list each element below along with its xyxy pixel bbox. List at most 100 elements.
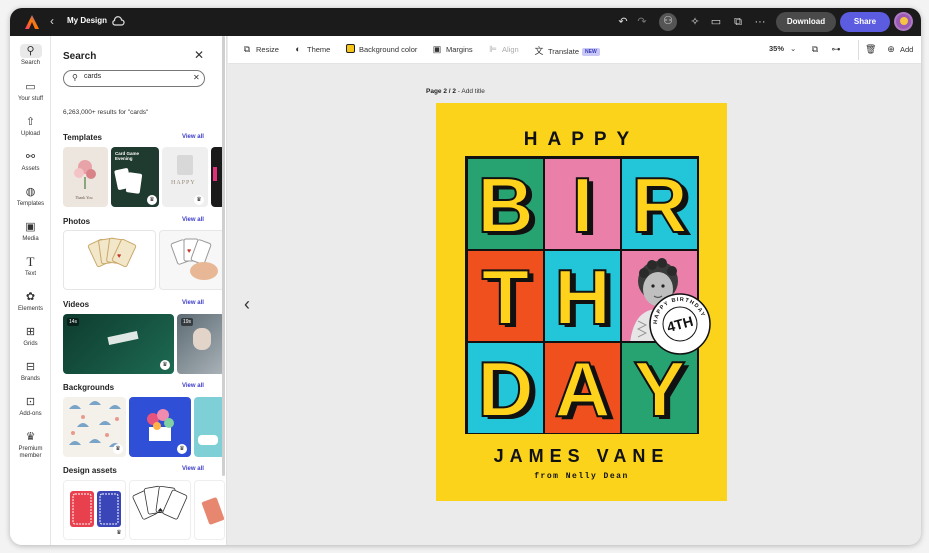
fourth-birthday-seal[interactable]: HAPPY BIRTHDAY 4TH: [649, 293, 711, 355]
rail-item-add-ons[interactable]: ⊡ Add-ons: [10, 395, 51, 418]
design-asset-thumbnail[interactable]: ♠: [129, 480, 191, 540]
rail-item-elements[interactable]: ✿ Elements: [10, 290, 51, 313]
view-all-design-assets-link[interactable]: View all: [182, 466, 204, 472]
download-button[interactable]: Download: [776, 12, 836, 32]
template-thumbnail[interactable]: Card Game Evening ♛: [111, 147, 159, 207]
template-thumbnail[interactable]: Thank You: [63, 147, 108, 207]
margins-button[interactable]: ▣ Margins: [432, 44, 473, 55]
letter: T: [481, 252, 531, 341]
user-avatar[interactable]: [894, 12, 913, 31]
letter-cell[interactable]: B: [467, 158, 544, 250]
rail-item-upload[interactable]: ⇧ Upload: [10, 115, 51, 138]
letter-cell[interactable]: R: [621, 158, 698, 250]
share-button[interactable]: Share: [840, 12, 890, 32]
letter-cell[interactable]: I: [544, 158, 621, 250]
hand-holding-cards-photo: ♥: [170, 238, 218, 280]
rail-item-media[interactable]: ▣ Media: [10, 220, 51, 243]
view-all-photos-link[interactable]: View all: [182, 217, 204, 223]
section-heading-backgrounds: Backgrounds: [63, 383, 115, 392]
letter-cell[interactable]: Y: [621, 342, 698, 434]
premium-crown-icon: ♛: [114, 528, 124, 538]
background-thumbnail[interactable]: [194, 397, 225, 457]
add-page-button[interactable]: ⊕ Add: [886, 44, 913, 55]
ideas-lightbulb-icon[interactable]: ✧: [687, 14, 703, 30]
template-text: HAPPY: [171, 180, 196, 186]
chevron-down-icon: ⌄: [790, 44, 797, 53]
grids-icon: ⊞: [25, 326, 36, 338]
panel-scrollbar[interactable]: [222, 36, 225, 476]
rail-item-grids[interactable]: ⊞ Grids: [10, 325, 51, 348]
view-all-backgrounds-link[interactable]: View all: [182, 383, 204, 389]
left-rail: ⚲ Search ▭ Your stuff ⇧ Upload ⚯ Assets …: [10, 36, 51, 545]
theme-button[interactable]: ◐ Theme: [293, 44, 330, 54]
video-thumbnail[interactable]: 19s: [177, 314, 225, 374]
letter-cell[interactable]: T: [467, 250, 544, 342]
panel-title: Search: [63, 51, 97, 62]
duplicate-page-icon[interactable]: ⧉: [810, 44, 824, 55]
search-field[interactable]: ⚲ ✕: [63, 70, 205, 87]
rail-item-your-stuff[interactable]: ▭ Your stuff: [10, 80, 51, 103]
back-chevron-icon[interactable]: ‹: [50, 14, 54, 28]
view-all-templates-link[interactable]: View all: [182, 134, 204, 140]
template-thumbnail[interactable]: HAPPY ♛: [162, 147, 208, 207]
photo-thumbnail[interactable]: ♥: [63, 230, 156, 290]
background-color-button[interactable]: Background color: [346, 44, 417, 54]
rail-item-text[interactable]: T Text: [10, 255, 51, 278]
video-thumbnail[interactable]: 14s ♛: [63, 314, 174, 374]
letter-cell[interactable]: D: [467, 342, 544, 434]
birthday-poster[interactable]: HAPPY B I R T H D A Y HAPPY BIRTHDAY 4TH…: [436, 103, 727, 501]
video-duration: 19s: [181, 318, 194, 326]
photo-thumbnail[interactable]: ♥: [159, 230, 225, 290]
context-toolbar: ⧉ Resize ◐ Theme Background color ▣ Margins…: [228, 36, 921, 64]
align-button[interactable]: ⊫ Align: [488, 44, 519, 55]
premium-crown-icon: ♛: [147, 195, 157, 205]
undo-icon[interactable]: ↶: [615, 14, 631, 30]
page-number: Page 2 / 2: [426, 88, 456, 95]
previous-page-chevron-icon[interactable]: ‹: [244, 294, 250, 315]
elements-icon: ✿: [25, 291, 36, 303]
tool-label: Translate: [548, 47, 579, 56]
app-window: ‹ My Design ↶ ↷ ⚇ ✧ ▭ ⧉ ··· Download Sha…: [10, 8, 921, 545]
background-thumbnail[interactable]: ♛: [63, 397, 126, 457]
rail-label: Grids: [23, 341, 38, 347]
poster-heading[interactable]: HAPPY: [436, 129, 727, 151]
rail-item-brands[interactable]: ⊟ Brands: [10, 360, 51, 383]
rail-label: Assets: [21, 166, 40, 172]
clear-search-icon[interactable]: ✕: [193, 73, 200, 82]
redo-icon[interactable]: ↷: [634, 14, 650, 30]
search-input[interactable]: [84, 73, 184, 80]
premium-crown-icon: ♛: [194, 195, 204, 205]
layers-icon[interactable]: ⊶: [831, 44, 845, 55]
add-title-link[interactable]: - Add title: [456, 88, 485, 95]
background-thumbnail[interactable]: ♛: [129, 397, 191, 457]
translate-button[interactable]: 文 Translate NEW: [534, 44, 600, 57]
design-asset-thumbnail[interactable]: [194, 480, 225, 540]
page-label[interactable]: Page 2 / 2 - Add title: [426, 88, 485, 95]
poster-name[interactable]: JAMES VANE: [436, 446, 727, 467]
letter: B: [476, 160, 534, 249]
adobe-express-logo-icon[interactable]: [24, 14, 40, 30]
letter-cell[interactable]: H: [544, 250, 621, 342]
collaborators-icon[interactable]: ⚇: [659, 13, 677, 31]
close-icon[interactable]: ✕: [194, 48, 204, 62]
zoom-select[interactable]: 35% ⌄: [769, 44, 796, 53]
rail-label: Elements: [17, 306, 43, 312]
tool-label: Resize: [256, 45, 279, 54]
rail-label: Brands: [20, 376, 40, 382]
poster-from[interactable]: from Nelly Dean: [436, 472, 727, 481]
rail-label: Premium member: [18, 446, 43, 459]
document-title[interactable]: My Design: [67, 16, 107, 25]
resize-button[interactable]: ⧉ Resize: [242, 44, 279, 55]
delete-icon[interactable]: 🗑: [865, 44, 879, 55]
rail-item-premium[interactable]: ♛ Premium member: [10, 430, 51, 460]
cloud-sync-icon[interactable]: [111, 14, 125, 28]
rail-item-templates[interactable]: ◍ Templates: [10, 185, 51, 208]
letter-cell[interactable]: A: [544, 342, 621, 434]
design-asset-thumbnail[interactable]: ♛: [63, 480, 126, 540]
comment-icon[interactable]: ▭: [708, 14, 724, 30]
more-options-icon[interactable]: ···: [752, 14, 768, 30]
present-icon[interactable]: ⧉: [730, 14, 746, 30]
rail-item-search[interactable]: ⚲ Search: [10, 44, 51, 67]
rail-item-assets[interactable]: ⚯ Assets: [10, 150, 51, 173]
view-all-videos-link[interactable]: View all: [182, 300, 204, 306]
